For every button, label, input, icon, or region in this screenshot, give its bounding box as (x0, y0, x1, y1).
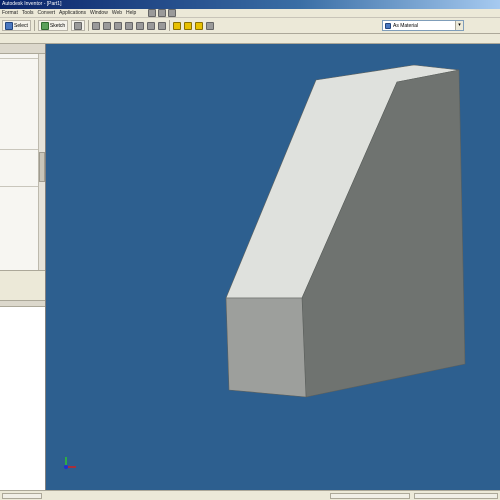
sketch-button-label: Sketch (49, 22, 66, 29)
left-panel (0, 44, 46, 490)
save-icon[interactable] (168, 9, 177, 17)
material-select[interactable]: As Material ▾ (382, 20, 464, 31)
model-browser[interactable] (0, 300, 45, 490)
menu-help[interactable]: Help (126, 9, 136, 18)
status-field (330, 493, 410, 499)
menu-convert[interactable]: Convert (38, 9, 56, 18)
menubar-quick-icons (148, 9, 177, 17)
analysis-icon[interactable] (206, 21, 215, 30)
rotate-icon[interactable] (147, 21, 156, 30)
shaded-display-icon[interactable] (173, 21, 182, 30)
axis-triad-icon (64, 457, 76, 469)
look-at-icon[interactable] (158, 21, 167, 30)
panel-bar-header (0, 44, 45, 54)
model-browser-header (0, 301, 45, 307)
menu-web[interactable]: Web (112, 9, 122, 18)
zoom-icon[interactable] (114, 21, 123, 30)
menu-window[interactable]: Window (90, 9, 108, 18)
status-bar (0, 490, 500, 500)
update-icon (74, 21, 83, 30)
zoom-selected-icon[interactable] (136, 21, 145, 30)
status-field (2, 493, 42, 499)
material-select-value: As Material (393, 22, 419, 29)
toolbar-separator (169, 20, 171, 31)
panel-scrollbar[interactable] (38, 54, 45, 270)
pan-icon[interactable] (125, 21, 134, 30)
part-front-face[interactable] (225, 297, 307, 398)
panel-bar (0, 44, 45, 270)
select-button[interactable]: Select (2, 20, 31, 31)
panel-row (0, 58, 38, 59)
window-title: Autodesk Inventor - [Part1] (2, 1, 62, 7)
panel-row (0, 186, 38, 187)
menu-format[interactable]: Format (2, 9, 18, 18)
sketch-icon (40, 21, 49, 30)
menu-tools[interactable]: Tools (22, 9, 34, 18)
zoom-all-icon[interactable] (92, 21, 101, 30)
part-model (64, 64, 466, 469)
zoom-window-icon[interactable] (103, 21, 112, 30)
menu-bar: Format Tools Convert Applications Window… (0, 9, 500, 18)
standard-toolbar: Select Sketch As Material ▾ (0, 18, 500, 34)
update-button[interactable] (71, 20, 86, 31)
panel-scrollbar-thumb[interactable] (39, 152, 45, 182)
panel-splitter-area[interactable] (0, 270, 45, 300)
chevron-down-icon[interactable]: ▾ (455, 21, 463, 30)
menu-applications[interactable]: Applications (59, 9, 86, 18)
select-button-label: Select (14, 22, 28, 29)
status-field (414, 493, 498, 499)
toolbar-separator (33, 20, 35, 31)
toolbar-separator (88, 20, 90, 31)
shadow-icon[interactable] (184, 21, 193, 30)
sketch-button[interactable]: Sketch (37, 20, 69, 31)
new-icon[interactable] (148, 9, 157, 17)
select-arrow-icon (5, 21, 13, 30)
panel-row (0, 149, 38, 150)
material-icon (385, 22, 391, 29)
secondary-toolbar (0, 34, 500, 44)
graphics-window[interactable] (46, 44, 500, 490)
camera-icon[interactable] (195, 21, 204, 30)
open-icon[interactable] (158, 9, 167, 17)
